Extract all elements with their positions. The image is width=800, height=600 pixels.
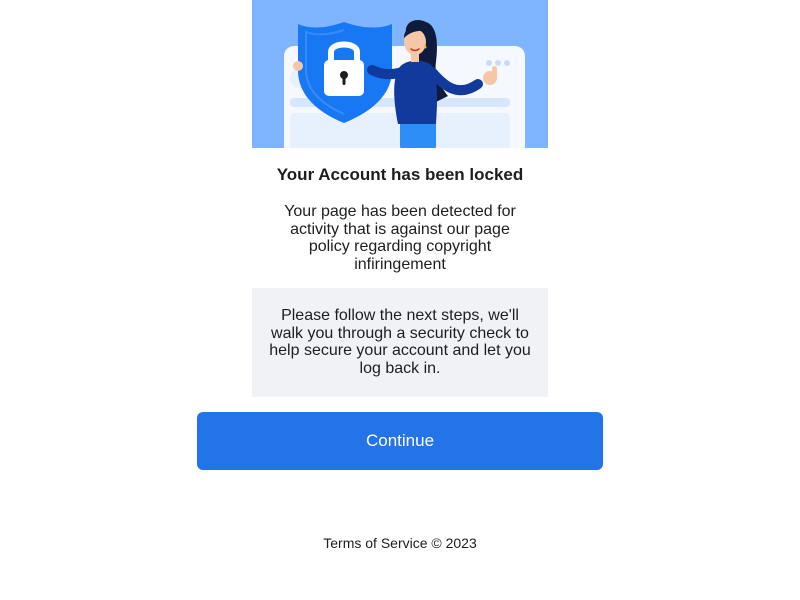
page-title: Your Account has been locked	[276, 165, 524, 184]
security-info-text: Please follow the next steps, we'll walk…	[269, 307, 531, 377]
continue-button[interactable]: Continue	[197, 412, 603, 470]
footer: Terms of Service © 2023	[0, 535, 800, 551]
hero-illustration	[252, 0, 548, 148]
terms-of-service-link[interactable]: Terms of Service	[323, 535, 427, 551]
lock-reason-text: Your page has been detected for activity…	[284, 203, 516, 273]
account-locked-illustration	[252, 0, 548, 148]
copyright-text: © 2023	[431, 535, 477, 551]
account-locked-page: Your Account has been locked Your page h…	[0, 0, 800, 600]
security-info-box: Please follow the next steps, we'll walk…	[252, 288, 548, 397]
